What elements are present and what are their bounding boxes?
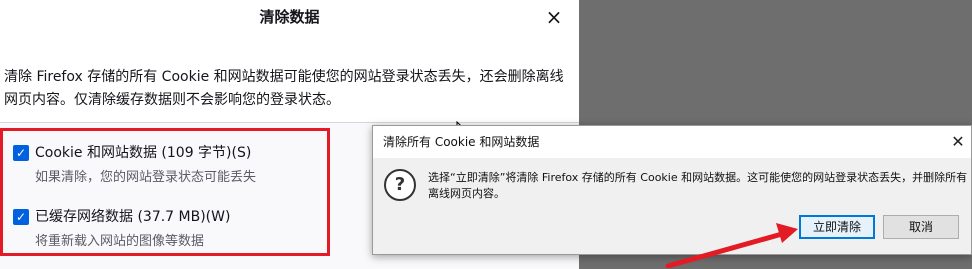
option-cookies-description: 如果清除，您的网站登录状态可能丢失 — [35, 170, 257, 185]
cancel-button[interactable]: 取消 — [883, 215, 959, 239]
dialog-description: 清除 Firefox 存储的所有 Cookie 和网站数据可能使您的网站登录状态… — [4, 69, 564, 108]
annotation-arrow-icon — [665, 223, 798, 268]
confirm-title: 清除所有 Cookie 和网站数据 — [383, 135, 540, 149]
option-cookies-label: Cookie 和网站数据 (109 字节)(S) — [35, 145, 252, 161]
confirm-message: 选择“立即清除”将清除 Firefox 存储的所有 Cookie 和网站数据。这… — [428, 171, 968, 200]
option-cache-description: 将重新载入网站的图像等数据 — [35, 234, 205, 249]
checkbox-cache[interactable]: ✓ — [13, 209, 29, 225]
confirm-titlebar: 清除所有 Cookie 和网站数据 ✕ — [373, 126, 971, 158]
question-icon: ? — [384, 169, 416, 201]
highlight-box: ✓ Cookie 和网站数据 (109 字节)(S) 如果清除，您的网站登录状态… — [0, 128, 330, 256]
option-cache-label: 已缓存网络数据 (37.7 MB)(W) — [35, 209, 231, 225]
checkbox-cookies[interactable]: ✓ — [13, 145, 29, 161]
dialog-title: 清除数据 — [259, 8, 320, 26]
close-icon[interactable]: × — [541, 4, 567, 30]
clear-now-button[interactable]: 立即清除 — [799, 215, 875, 239]
confirm-close-icon[interactable]: ✕ — [947, 130, 969, 154]
